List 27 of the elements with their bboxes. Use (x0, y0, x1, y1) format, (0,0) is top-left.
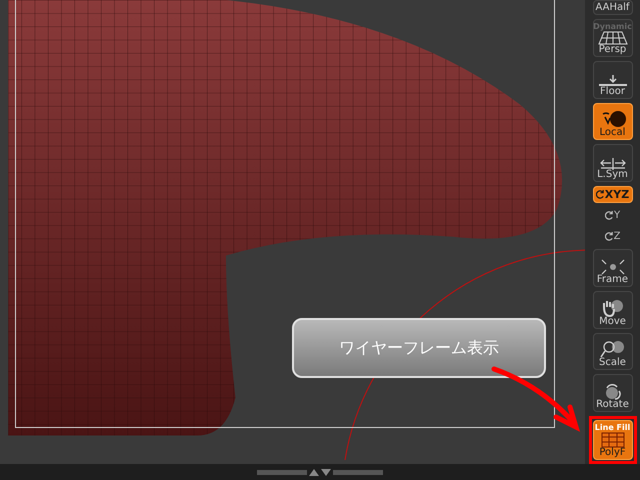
poly-grid-icon (600, 432, 624, 448)
tool-button[interactable]: Local (592, 102, 632, 140)
grid-plane-icon (598, 30, 628, 45)
axis-rotate-button[interactable]: Y (592, 207, 632, 224)
rotate-arrow-icon (604, 232, 614, 242)
tool-button[interactable]: Line Fill PolyF (592, 420, 632, 460)
scroll-grip (333, 470, 383, 474)
tool-button[interactable]: L.Sym (592, 144, 632, 182)
tool-button[interactable]: Frame (592, 249, 632, 287)
hand-icon (600, 298, 624, 317)
up-down-arrows-icon[interactable] (309, 468, 331, 476)
rotate-arrow-icon (604, 211, 614, 220)
axis-rotate-button[interactable]: Z (592, 228, 632, 246)
callout-box: ワイヤーフレーム表示 (292, 318, 546, 378)
magnifier-icon (600, 340, 626, 358)
tool-button[interactable]: AAHalf (592, 0, 632, 16)
scroll-grip (257, 470, 307, 474)
tool-button[interactable]: Move (592, 290, 632, 329)
xyz-toggle[interactable]: XYZ (592, 186, 632, 204)
tool-button[interactable]: Rotate (592, 374, 632, 412)
tool-button[interactable]: Floor (592, 60, 632, 99)
tool-button[interactable]: Scale (592, 332, 632, 370)
symmetry-arrows-icon (598, 158, 626, 170)
floor-icon (598, 74, 628, 87)
frame-icon (600, 258, 624, 275)
sub-label: Line Fill (594, 424, 630, 432)
rotate-arrow-icon (596, 190, 605, 200)
